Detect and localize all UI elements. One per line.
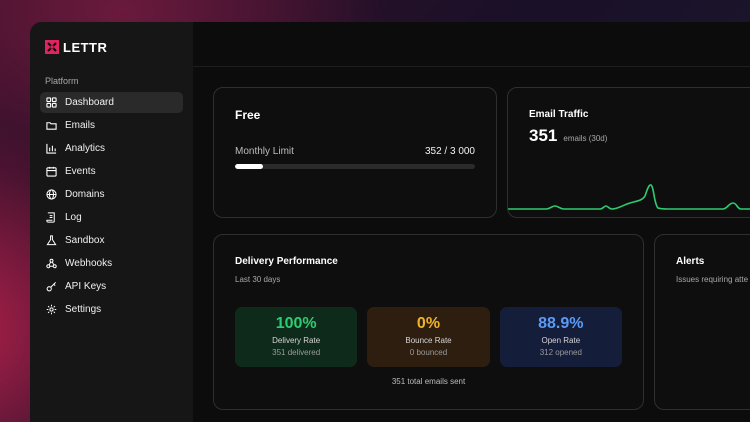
sidebar-item-log[interactable]: Log [40,207,183,228]
usage-progress-fill [235,164,264,169]
scroll-icon [46,212,57,223]
stat-value: 88.9% [538,315,584,332]
limit-label: Monthly Limit [235,146,294,157]
logo-text: LETTR [63,39,108,55]
globe-icon [46,189,57,200]
sidebar-item-webhooks[interactable]: Webhooks [40,253,183,274]
sidebar-item-dashboard[interactable]: Dashboard [40,92,183,113]
plan-title: Free [235,108,261,122]
gear-icon [46,304,57,315]
sidebar-item-api-keys[interactable]: API Keys [40,276,183,297]
bounce-rate-stat: 0% Bounce Rate 0 bounced [367,307,490,367]
sidebar-item-domains[interactable]: Domains [40,184,183,205]
alerts-subtitle: Issues requiring atte [676,275,749,284]
traffic-count: 351 [529,126,558,145]
delivery-performance-card: Delivery Performance Last 30 days 100% D… [213,234,644,410]
limit-value: 352 / 3 000 [424,146,475,157]
stat-value: 0% [416,315,441,332]
key-icon [46,281,57,292]
app-window: LETTR Platform Dashboard Emails Analytic… [30,22,750,422]
sidebar-item-label: Log [65,212,82,223]
dashboard-icon [46,97,57,108]
sidebar-item-emails[interactable]: Emails [40,115,183,136]
sidebar-item-label: Events [65,166,96,177]
sidebar-item-sandbox[interactable]: Sandbox [40,230,183,251]
sidebar-item-settings[interactable]: Settings [40,299,183,320]
sidebar-item-label: Analytics [65,143,106,154]
stat-label: Bounce Rate [405,336,452,345]
stats-row: 100% Delivery Rate 351 delivered 0% Boun… [235,307,622,367]
sidebar-item-events[interactable]: Events [40,161,183,182]
traffic-subtitle: emails (30d) [563,134,608,143]
stat-sub: 351 delivered [272,348,321,357]
stat-label: Delivery Rate [272,336,321,345]
stat-sub: 0 bounced [409,348,448,357]
stat-value: 100% [275,315,317,332]
sidebar-item-label: Dashboard [65,97,114,108]
nav-section-label: Platform [45,76,79,86]
delivery-rate-stat: 100% Delivery Rate 351 delivered [235,307,358,367]
total-emails-sent: 351 total emails sent [391,377,466,386]
email-traffic-card: Email Traffic 351 emails (30d) [507,87,750,218]
flask-icon [46,235,57,246]
traffic-line [508,184,750,210]
alerts-title: Alerts [676,256,705,267]
sidebar-item-label: Settings [65,304,102,315]
folder-icon [46,120,57,131]
traffic-summary: 351 emails (30d) [529,126,745,146]
traffic-sparkline [508,184,750,210]
alerts-card: Alerts Issues requiring atte [654,234,750,410]
sidebar-item-label: Emails [65,120,96,131]
traffic-title: Email Traffic [529,109,589,120]
limit-row: Monthly Limit 352 / 3 000 [235,146,475,157]
sidebar: LETTR Platform Dashboard Emails Analytic… [30,22,193,422]
open-rate-stat: 88.9% Open Rate 312 opened [499,307,622,367]
plan-card: Free Monthly Limit 352 / 3 000 [213,87,497,218]
stat-sub: 312 opened [539,348,582,357]
logo-mark-icon [45,40,59,54]
calendar-icon [46,166,57,177]
performance-subtitle: Last 30 days [235,275,281,284]
logo[interactable]: LETTR [40,39,183,55]
usage-progress-bar [235,164,475,169]
main-content: Free Monthly Limit 352 / 3 000 Email Tra… [193,22,750,422]
sidebar-item-label: Sandbox [65,235,105,246]
stat-label: Open Rate [541,336,581,345]
sidebar-item-label: Webhooks [65,258,113,269]
performance-title: Delivery Performance [235,256,338,267]
sidebar-item-analytics[interactable]: Analytics [40,138,183,159]
sidebar-item-label: API Keys [65,281,107,292]
top-bar [193,22,750,67]
webhook-icon [46,258,57,269]
bar-chart-icon [46,143,57,154]
sidebar-item-label: Domains [65,189,105,200]
